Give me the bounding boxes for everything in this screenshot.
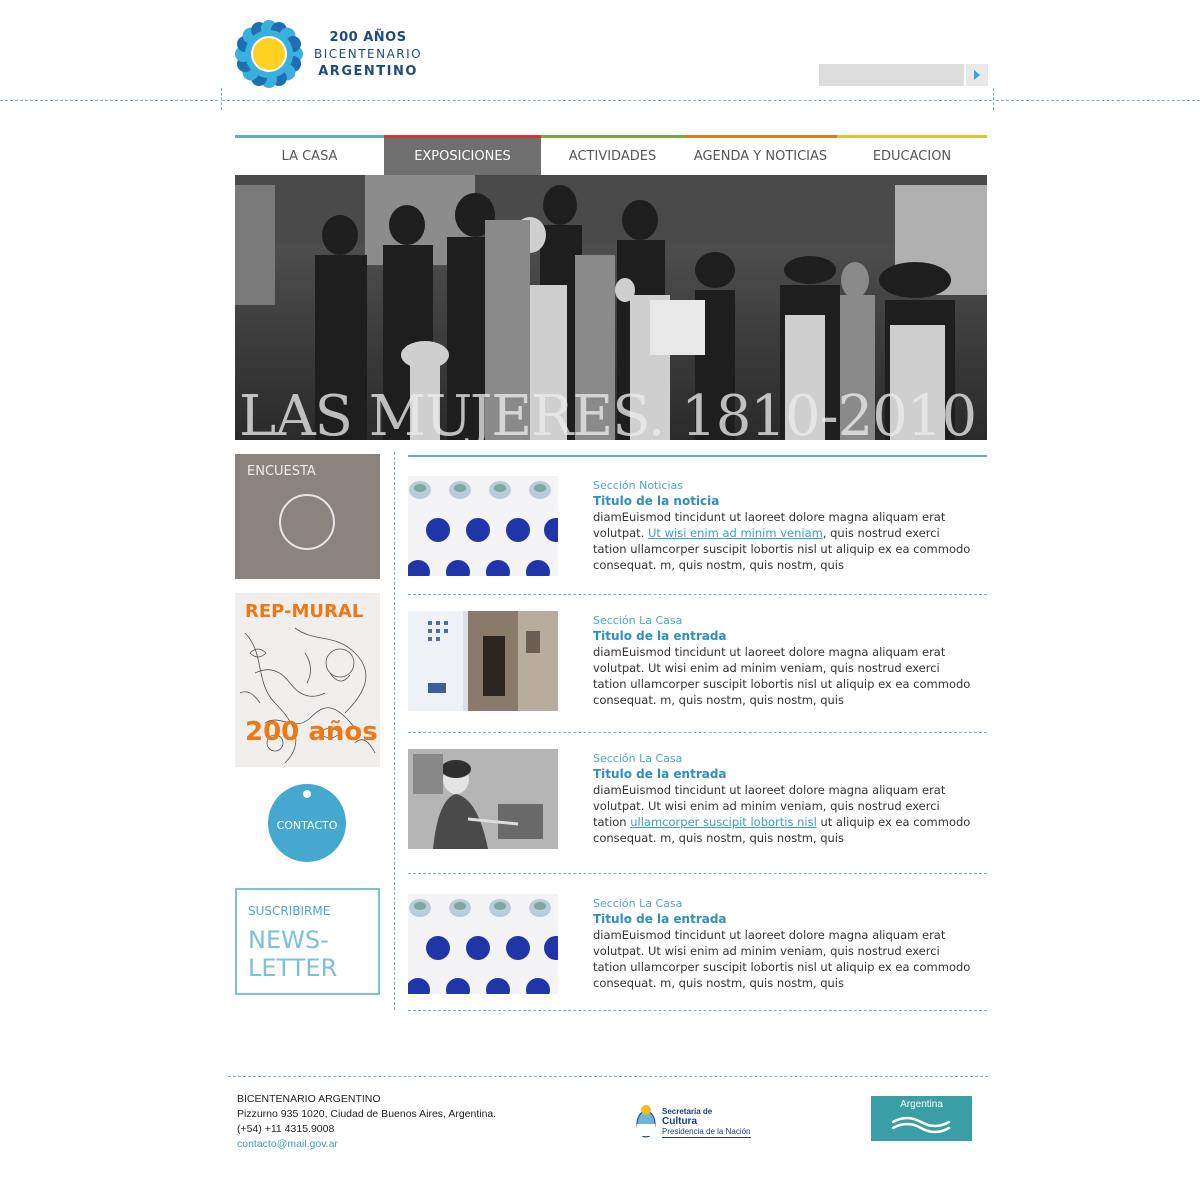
cultura-line-2: Cultura	[662, 1115, 697, 1127]
article-thumbnail[interactable]	[408, 611, 558, 711]
nav-label: EXPOSICIONES	[414, 149, 511, 164]
bicentenario-logo[interactable]: 200 AÑOS BICENTENARIO ARGENTINO	[234, 16, 434, 92]
poll-widget[interactable]: ENCUESTA	[235, 454, 380, 579]
footer-address: Pizzurno 935 1020, Ciudad de Buenos Aire…	[237, 1108, 497, 1120]
waves-icon	[891, 1116, 951, 1134]
mural-title: REP-MURAL	[245, 601, 364, 622]
arrow-right-icon	[974, 70, 980, 80]
search-input[interactable]	[819, 64, 964, 86]
search-submit-button[interactable]	[966, 64, 988, 86]
cultura-line-1: Secretaría de	[662, 1106, 713, 1116]
cultura-line-3: Presidencia de la Nación	[662, 1126, 751, 1138]
article-title[interactable]: Titulo de la entrada	[593, 911, 973, 927]
news-top-rule	[408, 455, 987, 457]
building-image	[408, 611, 558, 711]
newsletter-subscribe-button[interactable]: SUSCRIBIRME NEWS- LETTER	[235, 888, 380, 995]
contact-label: CONTACTO	[276, 818, 338, 832]
article-divider	[408, 732, 987, 733]
article-thumbnail[interactable]	[408, 894, 558, 994]
coat-of-arms-icon	[636, 1105, 656, 1138]
logo-line-2: BICENTENARIO	[314, 46, 423, 61]
newsletter-subscribe-label: SUSCRIBIRME	[248, 904, 331, 918]
footer-org-name: BICENTENARIO ARGENTINO	[237, 1093, 381, 1105]
article-item: Sección La Casa Titulo de la entrada dia…	[408, 894, 987, 994]
newsletter-title-line-1: NEWS-	[248, 926, 329, 954]
argentina-brand-logo[interactable]: Argentina	[871, 1096, 972, 1141]
article-item: Sección La Casa Titulo de la entrada dia…	[408, 611, 987, 711]
nav-label: EDUCACION	[872, 149, 952, 164]
footer-phone: (+54) +11 4315.9008	[237, 1123, 335, 1135]
nav-label: LA CASA	[281, 149, 338, 164]
nav-item-la-casa[interactable]: LA CASA	[235, 135, 384, 175]
article-body: diamEuismod tincidunt ut laoreet dolore …	[593, 644, 973, 708]
nav-item-exposiciones[interactable]: EXPOSICIONES	[384, 135, 541, 175]
article-item: Sección La Casa Titulo de la entrada dia…	[408, 749, 987, 849]
article-body: diamEuismod tincidunt ut laoreet dolore …	[593, 782, 973, 846]
header-guide-right	[993, 88, 994, 110]
main-nav: LA CASA EXPOSICIONES ACTIVIDADES AGENDA …	[235, 135, 987, 175]
poll-label: ENCUESTA	[247, 464, 316, 479]
article-body: diamEuismod tincidunt ut laoreet dolore …	[593, 509, 973, 573]
secretaria-cultura-logo[interactable]: Secretaría de Cultura Presidencia de la …	[636, 1102, 758, 1142]
hero-banner[interactable]: LAS MUJERES. 1810-2010	[235, 175, 987, 440]
article-title[interactable]: Titulo de la entrada	[593, 766, 973, 782]
article-section[interactable]: Sección La Casa	[593, 751, 973, 766]
nav-label: ACTIVIDADES	[568, 149, 657, 164]
footer-email-link[interactable]: contacto@mail.gov.ar	[237, 1137, 496, 1152]
article-title[interactable]: Titulo de la entrada	[593, 628, 973, 644]
article-text: Sección Noticias Titulo de la noticia di…	[593, 478, 973, 573]
article-thumbnail[interactable]	[408, 476, 558, 576]
article-section[interactable]: Sección La Casa	[593, 613, 973, 628]
search-box	[819, 64, 988, 86]
footer-divider	[228, 1076, 988, 1077]
newsletter-title-line-2: LETTER	[248, 954, 338, 982]
article-text: Sección La Casa Titulo de la entrada dia…	[593, 751, 973, 846]
marbles-image	[408, 476, 558, 576]
article-section[interactable]: Sección La Casa	[593, 896, 973, 911]
marbles-image	[408, 894, 558, 994]
article-text: Sección La Casa Titulo de la entrada dia…	[593, 896, 973, 991]
rep-mural-banner[interactable]: REP-MURAL 200 años	[235, 593, 380, 767]
article-divider	[408, 594, 987, 595]
article-body-text: diamEuismod tincidunt ut laoreet dolore …	[593, 928, 971, 990]
sun-logo-icon	[235, 20, 303, 88]
nav-label: AGENDA Y NOTICIAS	[693, 149, 828, 164]
article-inline-link[interactable]: ullamcorper suscipit lobortis nisl	[630, 815, 817, 829]
article-text: Sección La Casa Titulo de la entrada dia…	[593, 613, 973, 708]
header-divider-right	[996, 100, 1200, 101]
nav-item-agenda-y-noticias[interactable]: AGENDA Y NOTICIAS	[684, 135, 837, 175]
contact-button[interactable]: CONTACTO	[268, 784, 346, 862]
contact-dot-icon	[303, 790, 311, 798]
article-body: diamEuismod tincidunt ut laoreet dolore …	[593, 927, 973, 991]
article-thumbnail[interactable]	[408, 749, 558, 849]
logo-line-3: ARGENTINO	[318, 63, 418, 79]
hero-title: LAS MUJERES. 1810-2010	[239, 384, 977, 441]
article-divider	[408, 1010, 987, 1011]
article-body-text: diamEuismod tincidunt ut laoreet dolore …	[593, 645, 971, 707]
poll-circle-icon	[279, 494, 335, 550]
content-divider	[394, 452, 395, 1010]
article-item: Sección Noticias Titulo de la noticia di…	[408, 476, 987, 576]
header-guide-left	[221, 88, 222, 110]
logo-text: 200 AÑOS BICENTENARIO ARGENTINO	[314, 29, 422, 80]
header-divider-center	[222, 100, 992, 101]
nav-item-educacion[interactable]: EDUCACION	[837, 135, 987, 175]
logo-line-1: 200 AÑOS	[329, 29, 407, 45]
article-title[interactable]: Titulo de la noticia	[593, 493, 973, 509]
article-divider	[408, 873, 987, 874]
newsletter-title: NEWS- LETTER	[248, 926, 337, 982]
article-inline-link[interactable]: Ut wisi enim ad minim veniam	[648, 526, 823, 540]
header-divider-left	[0, 100, 218, 101]
footer-contact-info: BICENTENARIO ARGENTINO Pizzurno 935 1020…	[237, 1092, 496, 1152]
engraving-portrait-image	[408, 749, 558, 849]
mural-subtitle: 200 años	[245, 717, 378, 747]
cultura-text: Secretaría de Cultura Presidencia de la …	[662, 1107, 751, 1138]
article-section[interactable]: Sección Noticias	[593, 478, 973, 493]
nav-item-actividades[interactable]: ACTIVIDADES	[541, 135, 684, 175]
